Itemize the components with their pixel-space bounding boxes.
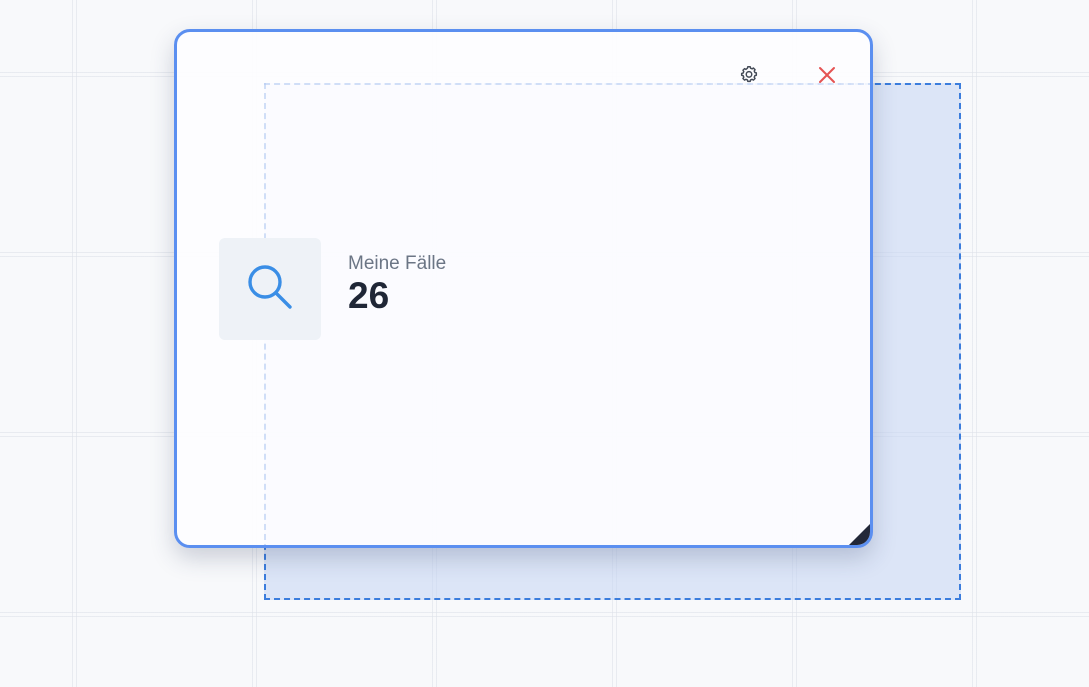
gear-icon: [738, 64, 760, 91]
stat-label: Meine Fälle: [348, 253, 447, 274]
resize-handle[interactable]: [849, 524, 870, 545]
close-icon: [817, 65, 837, 90]
stat-widget[interactable]: Meine Fälle 26: [174, 29, 873, 548]
stat-icon-tile: [219, 238, 321, 340]
drop-guide-horizontal: [264, 83, 870, 85]
widget-settings-button[interactable]: [737, 65, 761, 89]
stat-text: Meine Fälle 26: [348, 253, 446, 317]
widget-close-button[interactable]: [815, 65, 839, 89]
stat-value: 26: [348, 275, 390, 316]
search-icon: [243, 260, 297, 319]
stat-content: Meine Fälle 26: [219, 238, 446, 340]
